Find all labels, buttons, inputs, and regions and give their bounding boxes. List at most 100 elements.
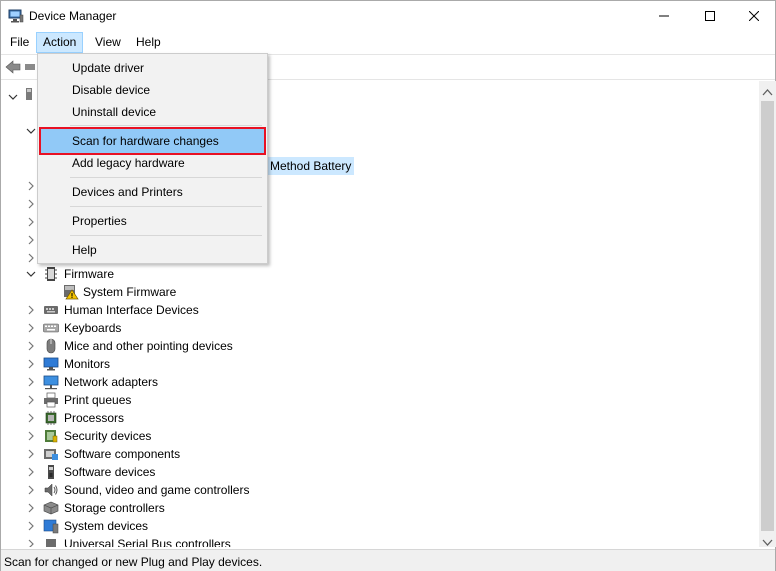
chevron-right-icon[interactable] xyxy=(25,216,37,228)
tree-item-label: Mice and other pointing devices xyxy=(64,339,233,353)
menu-item-devices-and-printers[interactable]: Devices and Printers xyxy=(40,181,266,203)
chevron-right-icon[interactable] xyxy=(25,358,37,370)
chevron-right-icon[interactable] xyxy=(25,484,37,496)
tree-item-keyboards[interactable]: Keyboards xyxy=(1,319,741,337)
tree-item-label: Monitors xyxy=(64,357,111,371)
chevron-down-icon[interactable] xyxy=(7,91,19,103)
chevron-right-icon[interactable] xyxy=(25,252,37,264)
software-component-icon xyxy=(43,446,59,462)
tree-item-mice[interactable]: Mice and other pointing devices xyxy=(1,337,741,355)
menu-separator xyxy=(70,177,262,178)
tree-item-security-devices[interactable]: Security devices xyxy=(1,427,741,445)
back-arrow-icon[interactable] xyxy=(5,60,21,77)
close-button[interactable] xyxy=(731,1,776,31)
menu-item-add-legacy-hardware[interactable]: Add legacy hardware xyxy=(40,152,266,174)
chevron-right-icon[interactable] xyxy=(25,198,37,210)
menu-item-label: Devices and Printers xyxy=(72,185,183,199)
chevron-right-icon[interactable] xyxy=(25,304,37,316)
tree-item-processors[interactable]: Processors xyxy=(1,409,741,427)
device-manager-app-icon xyxy=(8,9,24,23)
tree-item-label: Processors xyxy=(64,411,125,425)
tree-item-software-components[interactable]: Software components xyxy=(1,445,741,463)
printer-icon xyxy=(43,392,59,408)
menu-separator xyxy=(70,206,262,207)
scroll-down-icon[interactable] xyxy=(762,536,773,546)
tree-item-print-queues[interactable]: Print queues xyxy=(1,391,741,409)
system-device-icon xyxy=(43,518,59,534)
menu-item-uninstall-device[interactable]: Uninstall device xyxy=(40,101,266,123)
menu-file[interactable]: File xyxy=(4,32,35,53)
tree-item-label: Human Interface Devices xyxy=(64,303,199,317)
storage-icon xyxy=(43,500,59,516)
firmware-icon xyxy=(43,266,59,282)
chevron-right-icon[interactable] xyxy=(25,322,37,334)
tree-item-label: System devices xyxy=(64,519,149,533)
tree-item-usb-controllers[interactable]: Universal Serial Bus controllers xyxy=(1,535,741,547)
chevron-right-icon[interactable] xyxy=(25,448,37,460)
tree-item-network-adapters[interactable]: Network adapters xyxy=(1,373,741,391)
menu-view[interactable]: View xyxy=(89,32,127,53)
tree-item-monitors[interactable]: Monitors xyxy=(1,355,741,373)
tree-item-software-devices[interactable]: Software devices xyxy=(1,463,741,481)
chevron-right-icon[interactable] xyxy=(25,412,37,424)
chevron-right-icon[interactable] xyxy=(25,376,37,388)
chevron-right-icon[interactable] xyxy=(25,466,37,478)
chevron-right-icon[interactable] xyxy=(25,430,37,442)
menu-help[interactable]: Help xyxy=(130,32,167,53)
tree-item-sound-video-game-controllers[interactable]: Sound, video and game controllers xyxy=(1,481,741,499)
tree-item-system-devices[interactable]: System devices xyxy=(1,517,741,535)
chevron-right-icon[interactable] xyxy=(25,234,37,246)
minimize-button[interactable] xyxy=(641,1,687,31)
tree-item-label: Security devices xyxy=(64,429,152,443)
scroll-up-icon[interactable] xyxy=(762,86,773,96)
chevron-right-icon[interactable] xyxy=(25,538,37,547)
tree-item-storage-controllers[interactable]: Storage controllers xyxy=(1,499,741,517)
chevron-down-icon[interactable] xyxy=(25,268,37,280)
processor-icon xyxy=(43,410,59,426)
menu-item-help[interactable]: Help xyxy=(40,239,266,261)
software-device-icon xyxy=(43,464,59,480)
forward-arrow-icon[interactable] xyxy=(25,64,35,70)
tree-item-label: Keyboards xyxy=(64,321,122,335)
vertical-scrollbar[interactable] xyxy=(759,81,776,547)
security-icon xyxy=(43,428,59,444)
tree-item-battery-label[interactable]: Method Battery xyxy=(267,157,355,175)
hid-icon xyxy=(43,302,59,318)
menu-item-update-driver[interactable]: Update driver xyxy=(40,57,266,79)
warning-icon xyxy=(63,284,79,300)
tree-item-label: Software components xyxy=(64,447,181,461)
title-bar: Device Manager xyxy=(1,1,775,31)
menu-item-scan-hardware-changes[interactable]: Scan for hardware changes xyxy=(39,127,266,155)
minimize-icon xyxy=(659,15,669,17)
tree-item-label: Sound, video and game controllers xyxy=(64,483,250,497)
menu-item-disable-device[interactable]: Disable device xyxy=(40,79,266,101)
usb-icon xyxy=(43,536,59,547)
chevron-right-icon[interactable] xyxy=(25,180,37,192)
chevron-down-icon[interactable] xyxy=(25,125,37,137)
computer-icon xyxy=(25,87,37,101)
chevron-right-icon[interactable] xyxy=(25,394,37,406)
tree-item-firmware[interactable]: Firmware xyxy=(1,265,741,283)
window-title: Device Manager xyxy=(29,9,117,23)
chevron-right-icon[interactable] xyxy=(25,520,37,532)
tree-item-system-firmware[interactable]: System Firmware xyxy=(1,283,741,301)
chevron-right-icon[interactable] xyxy=(25,340,37,352)
tree-item-label: Software devices xyxy=(64,465,156,479)
close-icon xyxy=(749,11,759,21)
monitor-icon xyxy=(43,356,59,372)
menu-item-label: Properties xyxy=(72,214,127,228)
menu-action[interactable]: Action xyxy=(36,32,84,53)
maximize-icon xyxy=(705,11,715,21)
keyboard-icon xyxy=(43,320,59,336)
menu-separator xyxy=(70,125,262,126)
scrollbar-thumb[interactable] xyxy=(761,101,774,531)
tree-item-human-interface-devices[interactable]: Human Interface Devices xyxy=(1,301,741,319)
mouse-icon xyxy=(43,338,59,354)
menu-item-label: Update driver xyxy=(72,61,145,75)
status-bar: Scan for changed or new Plug and Play de… xyxy=(1,549,775,571)
menu-item-properties[interactable]: Properties xyxy=(40,210,266,232)
device-manager-window: Device Manager File Action View Help Fir… xyxy=(0,0,776,571)
maximize-button[interactable] xyxy=(687,1,733,31)
tree-item-label: Print queues xyxy=(64,393,132,407)
chevron-right-icon[interactable] xyxy=(25,502,37,514)
